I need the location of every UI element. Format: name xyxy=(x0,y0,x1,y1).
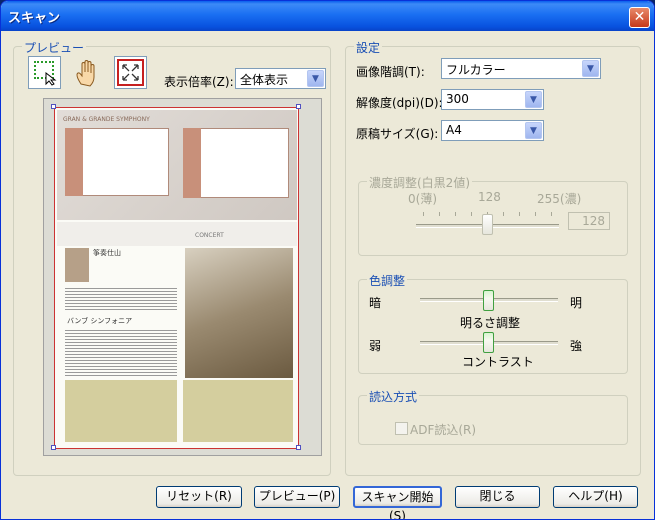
brightness-caption: 明るさ調整 xyxy=(460,316,521,330)
preview-area[interactable]: GRAN & GRANDE SYMPHONY CONCERT 筝奏仕山 バンブ … xyxy=(43,98,322,456)
chevron-down-icon[interactable]: ▼ xyxy=(525,122,542,139)
crop-handle-tr[interactable] xyxy=(296,104,301,109)
doc-table-right-side xyxy=(183,128,201,198)
title-bar[interactable]: スキャン ✕ xyxy=(1,1,654,31)
density-slider-thumb[interactable] xyxy=(481,214,493,235)
resolution-select[interactable]: 300 ▼ xyxy=(441,89,544,110)
expand-icon xyxy=(117,59,144,86)
paper-size-value: A4 xyxy=(446,123,462,137)
resolution-value: 300 xyxy=(446,92,469,106)
preview-button[interactable]: プレビュー(P) xyxy=(254,486,340,508)
hand-tool-button[interactable] xyxy=(71,56,104,89)
adf-checkbox[interactable] xyxy=(395,422,408,435)
doc-note-right xyxy=(183,380,293,442)
start-scan-button[interactable]: スキャン開始(S) xyxy=(353,486,442,519)
contrast-strong-label: 強 xyxy=(570,339,583,353)
read-method-group-label: 読込方式 xyxy=(367,388,420,405)
brightness-dark-label: 暗 xyxy=(369,296,382,310)
doc-portrait xyxy=(65,248,89,282)
density-tick xyxy=(503,212,504,216)
read-method-group: 読込方式 xyxy=(358,388,628,445)
color-mode-label: 画像階調(T): xyxy=(356,65,425,79)
density-tick xyxy=(535,212,536,216)
doc-note-left xyxy=(65,380,177,442)
doc-heading-1: 筝奏仕山 xyxy=(93,249,121,257)
density-tick xyxy=(423,212,424,216)
chevron-down-icon[interactable]: ▼ xyxy=(582,60,599,77)
hand-icon xyxy=(76,60,95,87)
zoom-value: 全体表示 xyxy=(240,73,289,87)
contrast-slider-thumb[interactable] xyxy=(483,332,494,353)
color-adjust-group-label: 色調整 xyxy=(367,272,408,289)
density-tick xyxy=(471,212,472,216)
scan-dialog: スキャン ✕ プレビュー 表示倍率(Z): 全体表示 ▼ GRAN & GRAN… xyxy=(0,0,655,520)
fit-to-window-button[interactable] xyxy=(114,56,147,89)
window-title: スキャン xyxy=(8,11,61,26)
select-area-tool-button[interactable] xyxy=(28,56,61,89)
close-button[interactable]: 閉じる xyxy=(455,486,540,508)
doc-photo xyxy=(185,248,293,378)
doc-banner xyxy=(57,222,297,246)
density-group-label: 濃度調整(白黒2値) xyxy=(367,174,472,191)
resolution-label: 解像度(dpi)(D): xyxy=(356,96,443,110)
density-mid-label: 128 xyxy=(478,190,501,204)
crop-handle-tl[interactable] xyxy=(51,104,56,109)
doc-heading-2: バンブ シンフォニア xyxy=(67,317,133,325)
zoom-select[interactable]: 全体表示 ▼ xyxy=(235,68,326,89)
density-max-label: 255(濃) xyxy=(537,192,582,206)
density-min-label: 0(薄) xyxy=(408,192,437,206)
settings-group-label: 設定 xyxy=(354,39,383,56)
doc-subtitle: CONCERT xyxy=(195,232,224,239)
chevron-down-icon[interactable]: ▼ xyxy=(307,70,324,87)
contrast-weak-label: 弱 xyxy=(369,339,382,353)
cursor-arrow-icon xyxy=(45,72,57,86)
color-mode-value: フルカラー xyxy=(446,63,506,77)
doc-text-block-1 xyxy=(65,286,177,312)
doc-table-left-side xyxy=(65,128,83,196)
density-value: 128 xyxy=(582,214,605,228)
close-window-button[interactable]: ✕ xyxy=(629,7,650,28)
chevron-down-icon[interactable]: ▼ xyxy=(525,91,542,108)
doc-title: GRAN & GRANDE SYMPHONY xyxy=(63,116,150,123)
density-tick xyxy=(455,212,456,216)
help-button[interactable]: ヘルプ(H) xyxy=(553,486,638,508)
brightness-bright-label: 明 xyxy=(570,296,583,310)
preview-document: GRAN & GRANDE SYMPHONY CONCERT 筝奏仕山 バンブ … xyxy=(54,107,299,449)
paper-size-select[interactable]: A4 ▼ xyxy=(441,120,544,141)
contrast-caption: コントラスト xyxy=(462,355,534,369)
crop-handle-br[interactable] xyxy=(296,445,301,450)
density-tick xyxy=(551,212,552,216)
color-mode-select[interactable]: フルカラー ▼ xyxy=(441,58,601,79)
density-tick xyxy=(439,212,440,216)
density-value-box[interactable]: 128 xyxy=(568,212,610,230)
doc-text-block-2 xyxy=(65,328,177,376)
density-tick xyxy=(519,212,520,216)
crop-handle-bl[interactable] xyxy=(51,445,56,450)
preview-group-label: プレビュー xyxy=(22,39,87,56)
adf-label[interactable]: ADF読込(R) xyxy=(410,421,476,438)
brightness-slider-thumb[interactable] xyxy=(483,290,494,311)
reset-button[interactable]: リセット(R) xyxy=(156,486,242,508)
paper-size-label: 原稿サイズ(G): xyxy=(356,127,439,141)
zoom-label: 表示倍率(Z): xyxy=(164,75,234,89)
